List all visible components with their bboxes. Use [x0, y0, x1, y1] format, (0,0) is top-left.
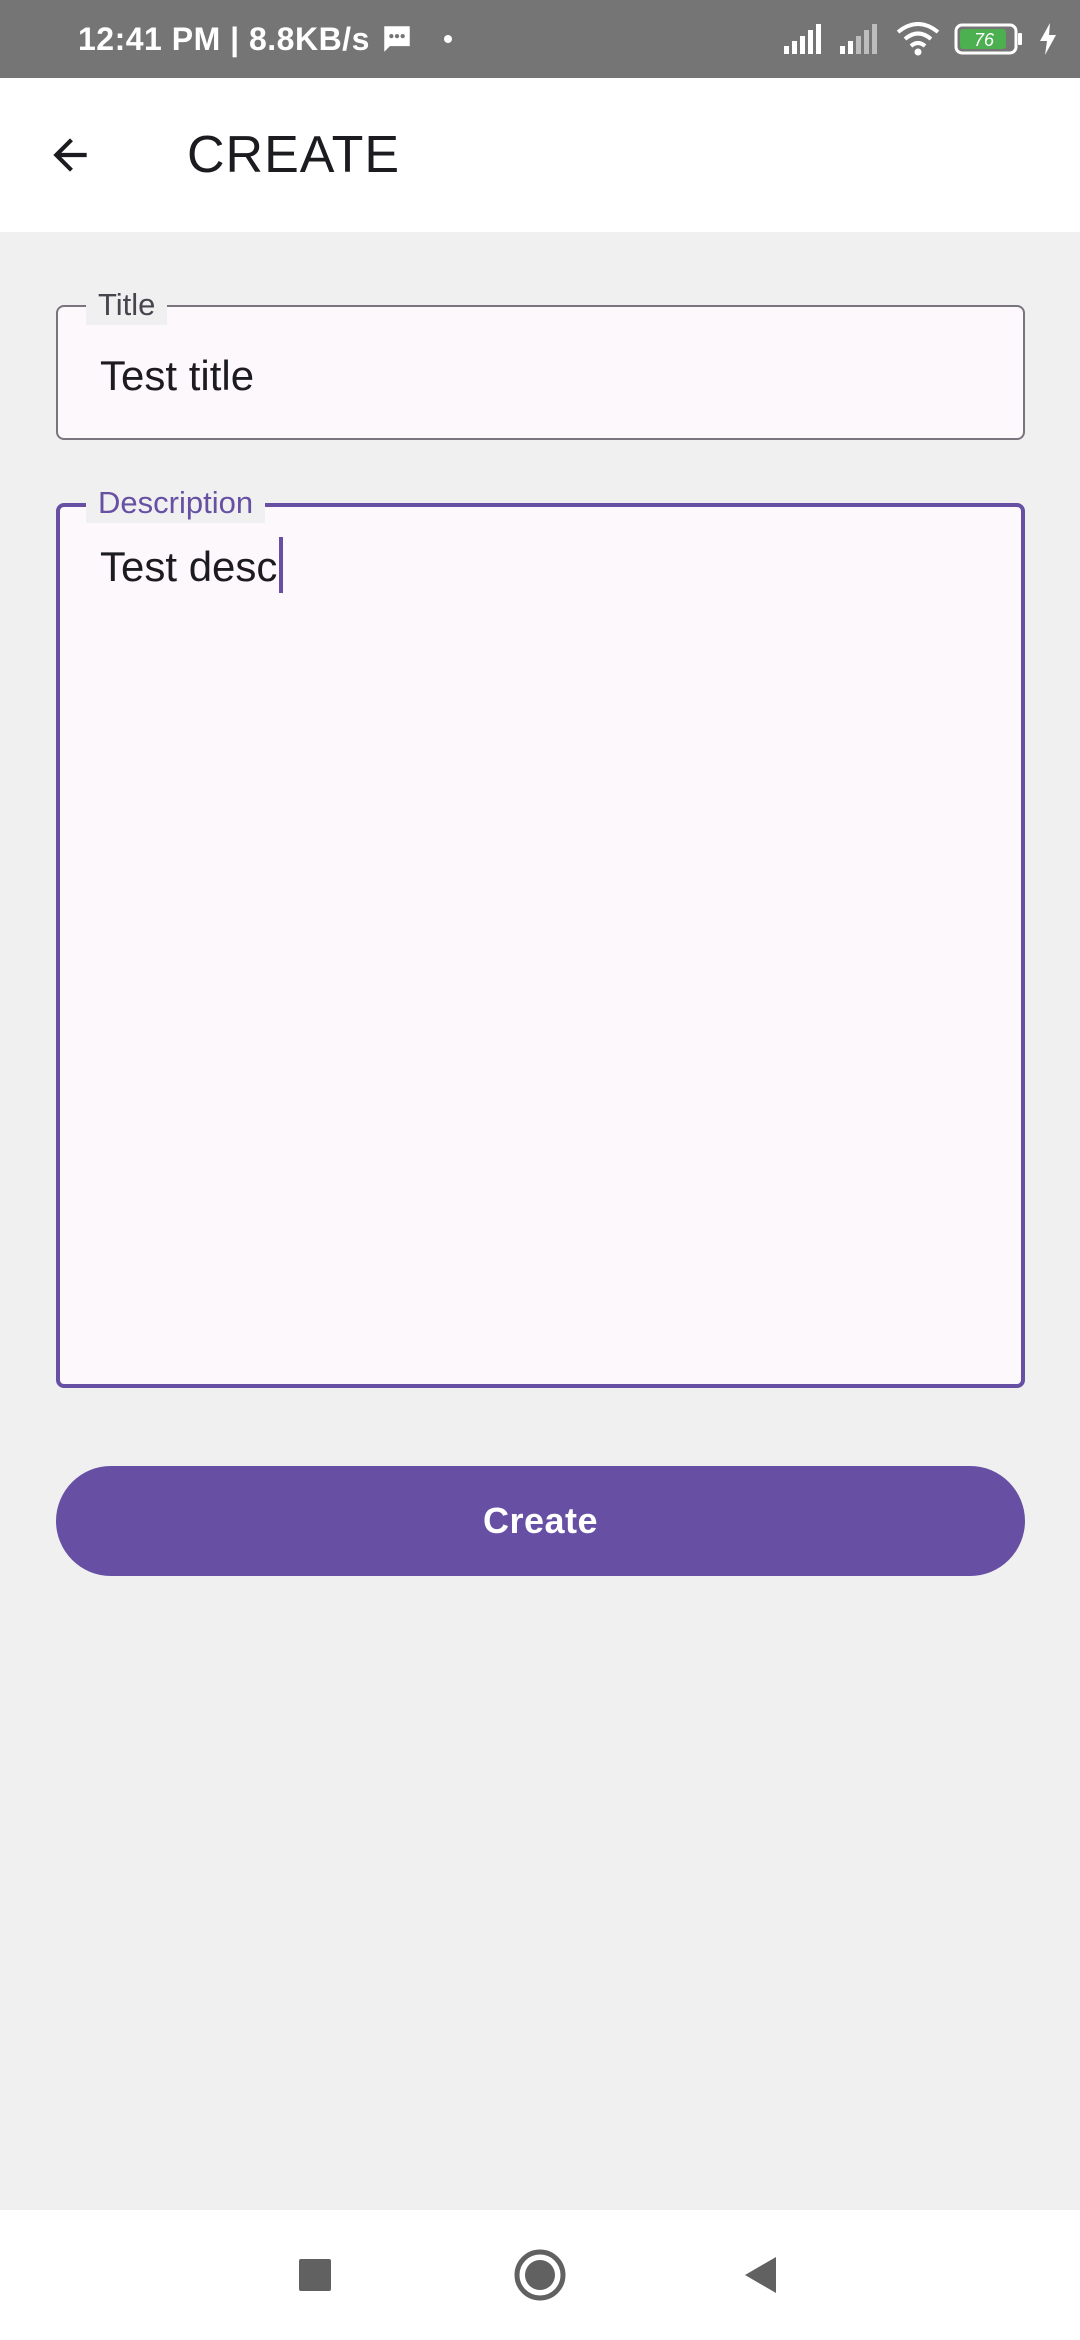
title-field-label: Title: [86, 285, 168, 325]
page-title: CREATE: [187, 126, 401, 184]
description-field-value-wrap[interactable]: Test desc: [100, 537, 284, 593]
charging-icon: [1040, 23, 1056, 55]
notification-dot: [443, 35, 452, 43]
recents-square-icon: [299, 2259, 331, 2291]
navigation-bar: [0, 2210, 1080, 2340]
wifi-icon: [896, 22, 940, 56]
message-icon: [384, 26, 410, 52]
home-button[interactable]: [480, 2210, 600, 2340]
description-field-label: Description: [86, 483, 266, 523]
recents-button[interactable]: [255, 2210, 375, 2340]
status-bar: 12:41 PM | 8.8KB/s 76: [0, 0, 1080, 78]
app-bar: CREATE: [0, 78, 1080, 232]
description-field[interactable]: Description Test desc: [56, 483, 1025, 1388]
home-circle-icon: [514, 2249, 566, 2301]
status-time-speed: 12:41 PM | 8.8KB/s: [78, 20, 370, 57]
signal-icon: [840, 24, 877, 54]
back-triangle-icon: [745, 2257, 776, 2293]
create-button[interactable]: Create: [56, 1466, 1025, 1576]
back-nav-button[interactable]: [700, 2210, 820, 2340]
text-cursor: [279, 537, 284, 593]
battery-icon: 76: [954, 23, 1022, 55]
title-field[interactable]: Title Test title: [56, 285, 1025, 440]
signal-icon: [784, 24, 821, 54]
battery-level: 76: [974, 30, 995, 50]
arrow-left-icon: [53, 138, 87, 172]
back-button[interactable]: [30, 115, 110, 195]
status-right: 76: [784, 0, 1058, 78]
status-left: 12:41 PM | 8.8KB/s: [78, 0, 452, 78]
title-field-value[interactable]: Test title: [100, 352, 254, 400]
description-field-value: Test desc: [100, 543, 278, 590]
